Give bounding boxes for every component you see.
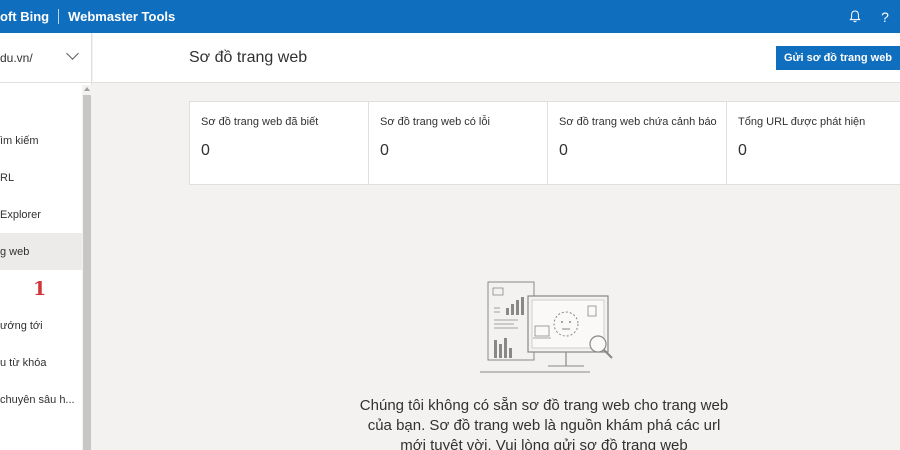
sidebar-scrollbar[interactable]	[82, 85, 92, 450]
top-bar: oft Bing Webmaster Tools ?	[0, 0, 900, 33]
stat-label: Sơ đồ trang web có lỗi	[380, 116, 490, 128]
annotation-marker: 1	[33, 277, 47, 300]
page-header: Sơ đồ trang web Gửi sơ đồ trang web	[93, 33, 900, 83]
stat-sitemaps-with-warnings: Sơ đồ trang web chứa cảnh báo 0	[548, 102, 727, 184]
bell-icon[interactable]	[840, 0, 870, 33]
brand[interactable]: oft Bing Webmaster Tools	[0, 0, 175, 33]
product-name: Webmaster Tools	[68, 9, 176, 24]
stat-label: Tổng URL được phát hiện	[738, 116, 866, 128]
stat-label: Sơ đồ trang web đã biết	[201, 116, 319, 128]
chevron-down-icon	[66, 47, 79, 60]
stat-value: 0	[201, 142, 210, 159]
help-icon[interactable]: ?	[870, 0, 900, 33]
brand-divider	[58, 9, 60, 24]
sidebar-item-search-performance[interactable]: ìm kiếm	[0, 122, 82, 159]
sidebar-item-keyword-research[interactable]: u từ khóa	[0, 344, 82, 381]
sidebar-item-backlinks[interactable]: ướng tới	[0, 307, 82, 344]
stat-label: Sơ đồ trang web chứa cảnh báo	[559, 116, 717, 128]
sidebar-item-url-inspection[interactable]: RL	[0, 159, 82, 196]
top-icons: ?	[840, 0, 900, 33]
empty-sitemap-illustration	[480, 281, 613, 373]
stat-total-urls: Tổng URL được phát hiện 0	[727, 102, 900, 184]
submit-sitemap-button[interactable]: Gửi sơ đồ trang web	[776, 46, 900, 70]
empty-state-message: Chúng tôi không có sẵn sơ đồ trang web c…	[359, 397, 729, 450]
sidebar-nav: ìm kiếm RL Explorer g web 1 ướng tới u t…	[0, 85, 82, 418]
scroll-up-icon[interactable]	[84, 87, 90, 91]
stats-row: Sơ đồ trang web đã biết 0 Sơ đồ trang we…	[189, 101, 900, 185]
stat-known-sitemaps: Sơ đồ trang web đã biết 0	[190, 102, 369, 184]
stat-value: 0	[380, 142, 389, 159]
sidebar: du.vn/ ìm kiếm RL Explorer g web 1 ướng …	[0, 33, 92, 450]
site-name: du.vn/	[0, 50, 33, 65]
sidebar-item-seo-reports[interactable]: chuyên sâu h...	[0, 381, 82, 418]
sidebar-item-site-explorer[interactable]: Explorer	[0, 196, 82, 233]
stat-value: 0	[559, 142, 568, 159]
sidebar-item-sitemaps[interactable]: g web	[0, 233, 82, 270]
brand-name: oft Bing	[0, 9, 50, 24]
scrollbar-thumb[interactable]	[83, 95, 91, 450]
stat-sitemaps-with-errors: Sơ đồ trang web có lỗi 0	[369, 102, 548, 184]
page-title: Sơ đồ trang web	[189, 49, 308, 66]
site-selector[interactable]: du.vn/	[0, 33, 92, 83]
stat-value: 0	[738, 142, 747, 159]
